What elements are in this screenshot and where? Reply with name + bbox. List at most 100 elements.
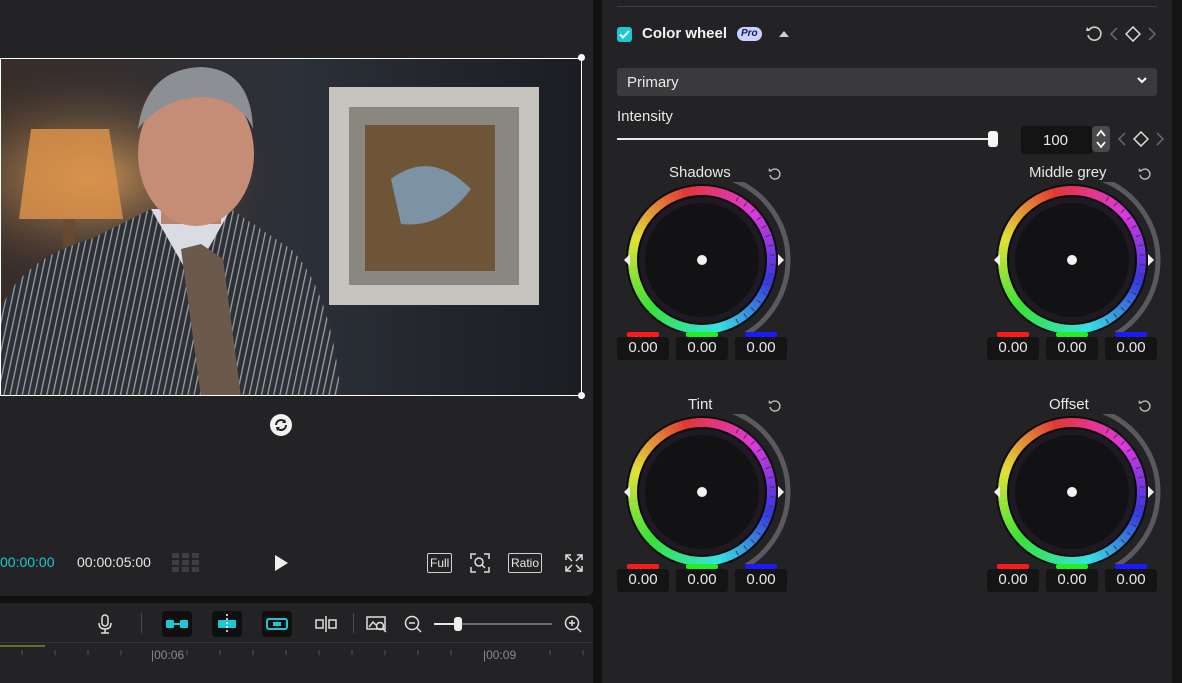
blue-input[interactable]: 0.00 [735,569,787,592]
green-input[interactable]: 0.00 [1046,569,1098,592]
next-keyframe-icon[interactable] [1147,27,1157,41]
green-value-cell: 0.00 [1046,332,1098,360]
right-arrow-icon[interactable] [778,486,784,498]
split-preview-button[interactable] [313,611,339,637]
player-panel: 00:00:00 00:00:05:00 Full Ratio [0,0,593,596]
intensity-keyframe-controls [1117,131,1165,147]
total-duration: 00:00:05:00 [77,554,151,570]
zoom-out-icon [404,615,422,633]
split-axis-icon [315,616,337,632]
green-value-cell: 0.00 [1046,564,1098,592]
aspect-ratio-button[interactable]: Ratio [508,553,543,573]
next-keyframe-icon[interactable] [1155,132,1165,146]
wheel-mode-select[interactable]: Primary [617,68,1157,96]
reset-icon[interactable] [1138,399,1152,413]
red-input[interactable]: 0.00 [617,569,669,592]
green-value-cell: 0.00 [676,332,728,360]
wheel-center-handle[interactable] [697,255,707,265]
magnet-link-icon [166,620,188,628]
record-audio-button[interactable] [92,611,118,637]
wheel-center-handle[interactable] [1067,255,1077,265]
intensity-slider[interactable] [617,138,994,140]
blue-input[interactable]: 0.00 [1105,337,1157,360]
timeline-panel: |00:06 |00:09 [0,603,593,683]
timeline-ruler[interactable]: |00:06 |00:09 [0,644,593,683]
linkage-button[interactable] [262,611,292,637]
right-arrow-icon[interactable] [1148,486,1154,498]
color-wheel-enable-checkbox[interactable] [617,27,632,42]
rotate-icon [275,419,287,431]
color-wheel-panel: Color wheel Pro Primary Intensity 100 Sh… [602,0,1172,683]
blue-input[interactable]: 0.00 [1105,569,1157,592]
wheel-shadows: Shadows 0.00 0.00 0.00 [617,164,817,384]
zoom-out-button[interactable] [400,611,426,637]
right-arrow-icon[interactable] [1148,254,1154,266]
pro-badge: Pro [737,27,762,41]
reset-icon[interactable] [768,399,782,413]
intensity-label: Intensity [617,108,673,125]
red-input[interactable]: 0.00 [987,569,1039,592]
red-input[interactable]: 0.00 [987,337,1039,360]
preview-image [1,59,581,395]
color-wheel-keyframe-controls [1085,25,1157,43]
preview-zoom-button[interactable] [364,611,390,637]
wheel-title: Shadows [669,164,731,181]
full-screen-button[interactable]: Full [427,553,453,573]
rotate-button[interactable] [270,414,292,436]
blue-value-cell: 0.00 [1105,564,1157,592]
check-icon [619,30,630,39]
video-preview[interactable] [0,58,582,396]
wheel-tint: Tint 0.00 0.00 0.00 [617,396,817,616]
add-keyframe-icon[interactable] [1125,26,1141,42]
prev-keyframe-icon[interactable] [1109,27,1119,41]
collapse-caret-icon[interactable] [779,31,789,37]
green-value-cell: 0.00 [676,564,728,592]
blue-value-cell: 0.00 [1105,332,1157,360]
intensity-slider-knob[interactable] [988,131,998,147]
resize-handle-bottom-right[interactable] [578,392,585,399]
reset-icon[interactable] [768,167,782,181]
panel-scrollbar[interactable] [1172,0,1182,683]
add-keyframe-icon[interactable] [1133,131,1149,147]
expand-icon[interactable] [563,552,585,574]
red-value-cell: 0.00 [617,332,669,360]
timeline-toolbar [0,603,593,643]
rgb-values: 0.00 0.00 0.00 [617,332,792,360]
color-wheel-control[interactable] [987,414,1162,564]
prev-keyframe-icon[interactable] [1117,132,1127,146]
ruler-label: |00:06 [151,648,185,662]
wheel-center-handle[interactable] [697,487,707,497]
image-search-icon [366,616,387,633]
intensity-input[interactable]: 100 [1021,126,1093,154]
link-clip-icon [266,618,288,630]
green-input[interactable]: 0.00 [676,569,728,592]
green-input[interactable]: 0.00 [676,337,728,360]
resize-handle-top-right[interactable] [578,54,585,61]
auto-snapping-button[interactable] [212,611,242,637]
wheel-middle-grey: Middle grey 0.00 0.00 0.00 [987,164,1182,384]
reset-icon[interactable] [1138,167,1152,181]
wheel-center-handle[interactable] [1067,487,1077,497]
right-arrow-icon[interactable] [778,254,784,266]
zoom-in-button[interactable] [560,611,586,637]
wheel-mode-value: Primary [627,74,679,91]
reset-icon[interactable] [1085,25,1103,43]
intensity-stepper[interactable] [1092,126,1110,152]
red-input[interactable]: 0.00 [617,337,669,360]
fit-view-icon[interactable] [469,552,491,574]
current-timecode: 00:00:00 [0,554,55,570]
rgb-values: 0.00 0.00 0.00 [617,564,792,592]
zoom-slider-knob[interactable] [453,617,462,631]
chevron-down-icon [1137,77,1147,84]
rgb-values: 0.00 0.00 0.00 [987,564,1162,592]
timeline-zoom-slider[interactable] [434,617,552,631]
waveform-bars-icon[interactable] [172,553,200,573]
green-input[interactable]: 0.00 [1046,337,1098,360]
color-wheel-control[interactable] [617,182,792,332]
color-wheel-title: Color wheel [642,25,728,42]
color-wheel-control[interactable] [617,414,792,564]
blue-input[interactable]: 0.00 [735,337,787,360]
color-wheel-control[interactable] [987,182,1162,332]
play-icon[interactable] [272,554,290,572]
main-track-magnet-button[interactable] [162,611,192,637]
